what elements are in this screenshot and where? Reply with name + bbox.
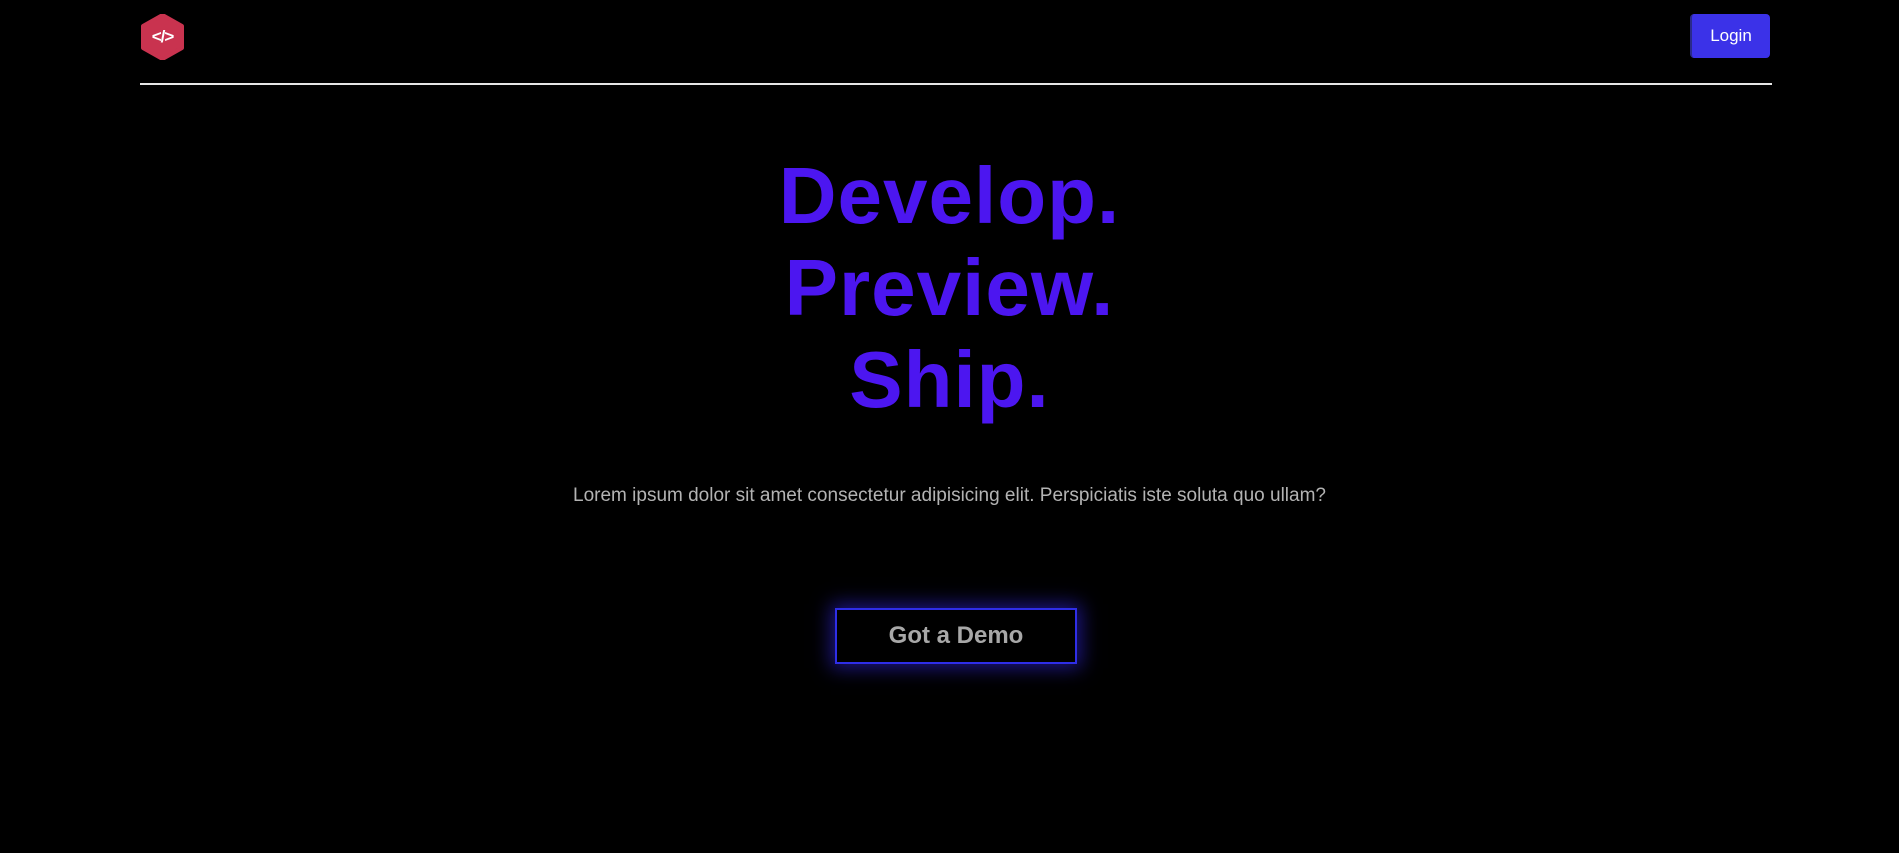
hero-line-preview: Preview. [784,243,1115,332]
hero-subtitle: Lorem ipsum dolor sit amet consectetur a… [573,485,1326,506]
logo[interactable]: </> [140,14,185,60]
got-a-demo-button[interactable]: Got a Demo [835,608,1077,664]
hero-line-ship: Ship. [849,335,1050,424]
hero-heading: Develop. Preview. Ship. [0,150,1899,426]
landing-page: </> Login Develop. Preview. Ship. Lorem … [0,0,1899,853]
top-navbar: </> Login [140,0,1772,85]
hero-line-develop: Develop. [778,151,1121,240]
login-button[interactable]: Login [1690,14,1770,58]
logo-glyph: </> [151,27,175,46]
